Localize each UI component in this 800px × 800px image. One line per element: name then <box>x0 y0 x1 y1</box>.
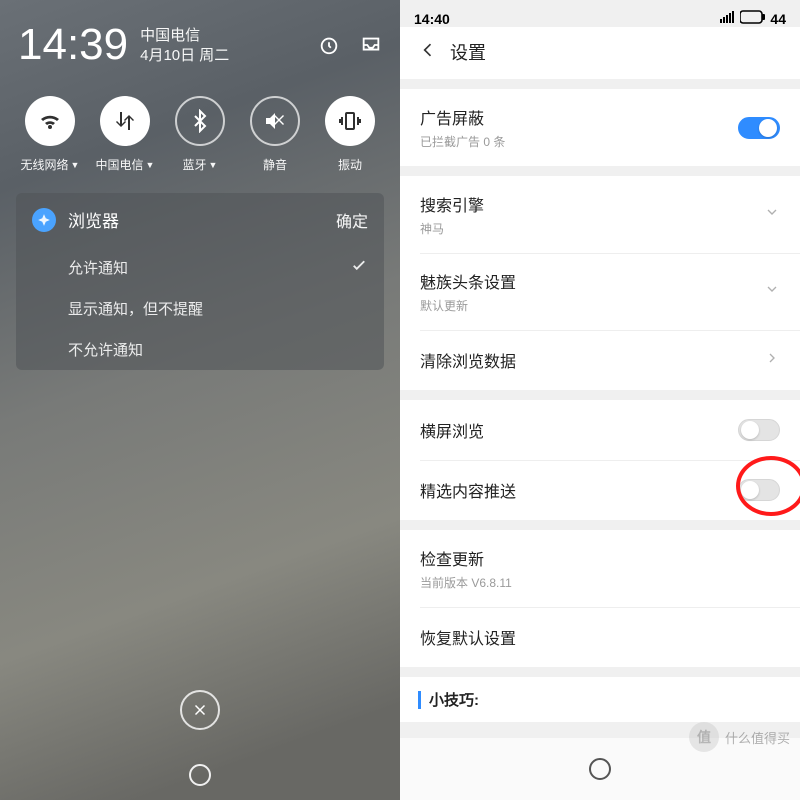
settings-title: 设置 <box>450 39 486 65</box>
alarm-icon[interactable] <box>318 34 340 61</box>
notification-options: 允许通知显示通知，但不提醒不允许通知 <box>16 246 384 370</box>
notification-option[interactable]: 允许通知 <box>16 246 384 288</box>
headlines-sub: 默认更新 <box>420 297 516 314</box>
settings-header: 设置 <box>400 27 800 79</box>
chevron-right-icon <box>764 350 780 371</box>
option-label: 不允许通知 <box>68 339 143 360</box>
notification-option[interactable]: 不允许通知 <box>16 329 384 370</box>
data-icon[interactable] <box>100 96 150 146</box>
adblock-sub: 已拦截广告 0 条 <box>420 133 505 150</box>
quick-toggle-data[interactable]: 中国电信▼ <box>95 96 155 173</box>
quick-toggle-label: 中国电信▼ <box>96 156 155 173</box>
chevron-down-icon <box>764 204 780 225</box>
confirm-button[interactable]: 确定 <box>336 208 368 232</box>
close-button[interactable] <box>180 690 220 730</box>
quick-toggle-bluetooth[interactable]: 蓝牙▼ <box>170 96 230 173</box>
row-search-engine[interactable]: 搜索引擎 神马 <box>400 176 800 253</box>
vibrate-icon[interactable] <box>325 96 375 146</box>
quick-toggle-label: 静音 <box>263 156 287 173</box>
search-sub: 神马 <box>420 220 484 237</box>
tips-label: 小技巧: <box>429 689 479 710</box>
tray-icon[interactable] <box>360 34 382 61</box>
watermark-text: 什么值得买 <box>725 728 790 747</box>
update-title: 检查更新 <box>420 546 512 570</box>
check-icon <box>350 256 368 278</box>
watermark: 值 什么值得买 <box>689 722 790 752</box>
tips-header: 小技巧: <box>400 677 800 722</box>
signal-icon <box>720 11 736 26</box>
option-label: 允许通知 <box>68 257 128 278</box>
mute-icon[interactable] <box>250 96 300 146</box>
quick-toggle-mute[interactable]: 静音 <box>245 96 305 173</box>
row-headlines[interactable]: 魅族头条设置 默认更新 <box>400 253 800 330</box>
row-landscape[interactable]: 横屏浏览 <box>400 400 800 460</box>
chevron-down-icon <box>764 281 780 302</box>
quick-toggles-row: 无线网络▼ 中国电信▼ 蓝牙▼ 静音 振动 <box>0 78 400 179</box>
status-time: 14:40 <box>414 11 450 27</box>
home-nav-icon[interactable] <box>189 764 211 786</box>
push-title: 精选内容推送 <box>420 478 516 502</box>
carrier-label: 中国电信 <box>140 26 229 46</box>
row-check-update[interactable]: 检查更新 当前版本 V6.8.11 <box>400 530 800 607</box>
row-restore-default[interactable]: 恢复默认设置 <box>400 607 800 667</box>
quick-toggle-label: 振动 <box>338 156 362 173</box>
status-row: 14:39 中国电信 4月10日 周二 <box>0 0 400 78</box>
search-title: 搜索引擎 <box>420 192 484 216</box>
clock: 14:39 <box>18 20 128 70</box>
push-toggle[interactable] <box>738 479 780 501</box>
browser-icon <box>32 208 56 232</box>
watermark-logo-icon: 值 <box>689 722 719 752</box>
row-clear-data[interactable]: 清除浏览数据 <box>400 330 800 390</box>
wifi-icon[interactable] <box>25 96 75 146</box>
restore-title: 恢复默认设置 <box>420 625 516 649</box>
adblock-title: 广告屏蔽 <box>420 105 505 129</box>
accent-bar <box>418 691 421 709</box>
quick-toggle-vibrate[interactable]: 振动 <box>320 96 380 173</box>
adblock-toggle[interactable] <box>738 117 780 139</box>
headlines-title: 魅族头条设置 <box>420 269 516 293</box>
back-button[interactable] <box>418 40 438 65</box>
bluetooth-icon[interactable] <box>175 96 225 146</box>
carrier-date: 中国电信 4月10日 周二 <box>140 26 229 66</box>
date-label: 4月10日 周二 <box>140 46 229 66</box>
option-label: 显示通知，但不提醒 <box>68 298 203 319</box>
settings-screen: 14:40 44 设置 广告屏蔽 已拦截广告 0 条 <box>400 0 800 800</box>
battery-label: 44 <box>770 11 786 27</box>
notification-shade: 14:39 中国电信 4月10日 周二 无线网络▼ 中国电信▼ 蓝牙▼ 静音 振… <box>0 0 400 800</box>
cleardata-title: 清除浏览数据 <box>420 348 516 372</box>
notification-app-name: 浏览器 <box>68 207 119 232</box>
landscape-toggle[interactable] <box>738 419 780 441</box>
row-push[interactable]: 精选内容推送 <box>400 460 800 520</box>
quick-toggle-wifi[interactable]: 无线网络▼ <box>20 96 80 173</box>
notification-card: 浏览器 确定 允许通知显示通知，但不提醒不允许通知 <box>16 193 384 370</box>
notification-option[interactable]: 显示通知，但不提醒 <box>16 288 384 329</box>
landscape-title: 横屏浏览 <box>420 418 484 442</box>
row-ad-block[interactable]: 广告屏蔽 已拦截广告 0 条 <box>400 89 800 166</box>
home-nav-icon[interactable] <box>589 758 611 780</box>
quick-toggle-label: 无线网络▼ <box>21 156 80 173</box>
quick-toggle-label: 蓝牙▼ <box>183 156 218 173</box>
battery-icon <box>740 10 766 27</box>
update-sub: 当前版本 V6.8.11 <box>420 574 512 591</box>
status-bar: 14:40 44 <box>400 0 800 27</box>
